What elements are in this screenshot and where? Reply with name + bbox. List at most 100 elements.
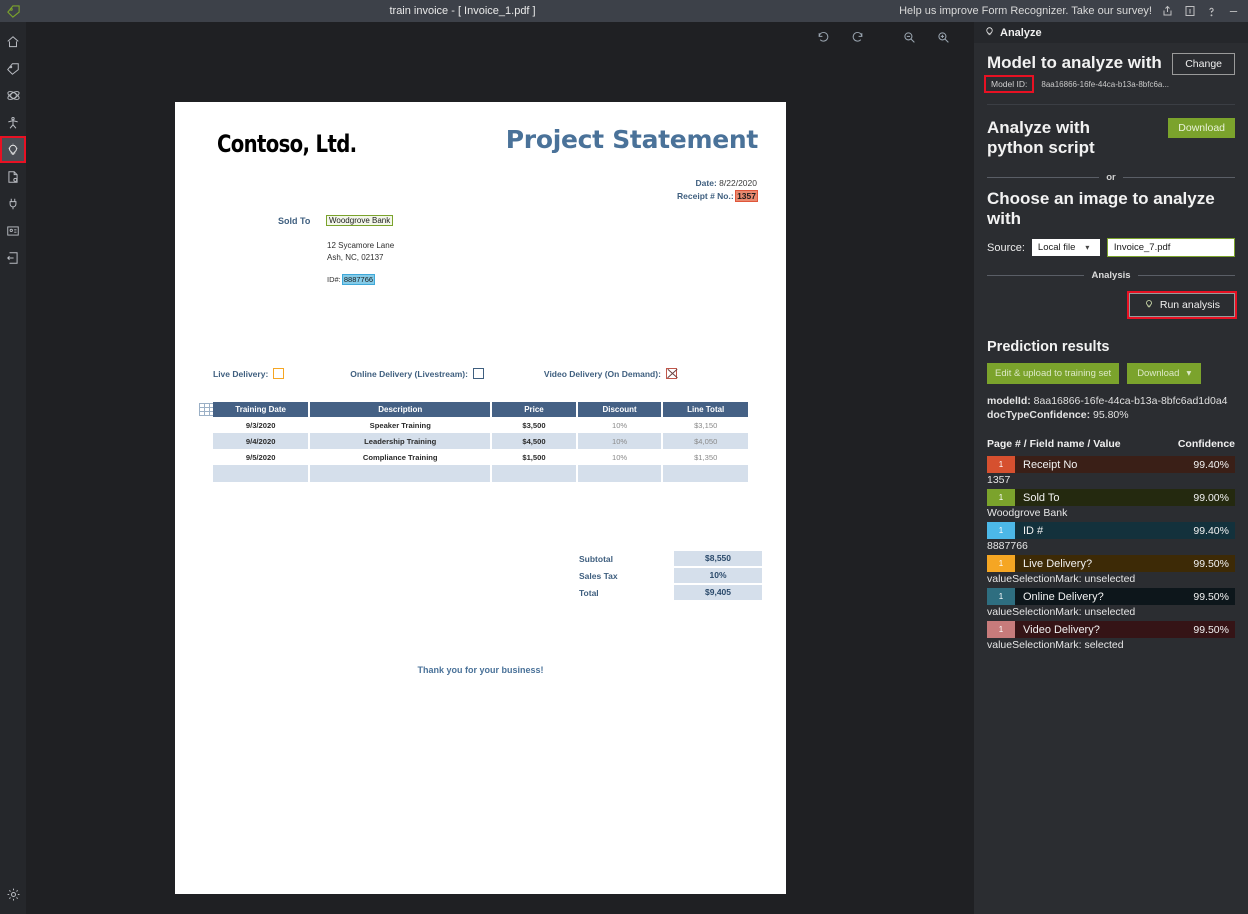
prediction-field-list: 1Receipt No99.40%13571Sold To99.00%Woodg… [987, 456, 1235, 653]
rotate-left-icon[interactable] [806, 22, 840, 52]
run-analysis-button[interactable]: Run analysis [1129, 293, 1235, 317]
python-script-title: Analyze with python script [987, 118, 1147, 158]
delivery-option-live[interactable]: Live Delivery: [213, 368, 284, 379]
source-label: Source: [987, 242, 1025, 254]
model-section: Model to analyze with Model ID: 8aa16866… [974, 53, 1248, 653]
divider-line-left [987, 177, 1099, 178]
chevron-down-icon: ▾ [1186, 368, 1191, 379]
model-id-value: 8aa16866-16fe-44ca-b13a-8bfc6a... [1041, 80, 1169, 89]
info-icon[interactable] [1183, 5, 1196, 18]
prediction-field-row[interactable]: 1Sold To99.00%Woodgrove Bank [987, 489, 1235, 521]
sidebar-item-analyze[interactable] [0, 136, 26, 163]
prediction-field-name: Video Delivery? [1015, 624, 1193, 636]
model-id-key: modelId: [987, 395, 1031, 407]
prediction-field-row[interactable]: 1Video Delivery?99.50%valueSelectionMark… [987, 621, 1235, 653]
source-select-value: Local file [1038, 242, 1076, 253]
date-label: Date: [696, 178, 717, 188]
cell-empty [309, 465, 491, 482]
source-select[interactable]: Local file ▾ [1032, 239, 1100, 256]
live-delivery-checkbox[interactable] [273, 368, 284, 379]
prediction-field-value: valueSelectionMark: unselected [987, 572, 1235, 587]
delivery-option-video[interactable]: Video Delivery (On Demand): [544, 368, 677, 379]
cell-date: 9/4/2020 [213, 433, 309, 449]
prediction-field-bar[interactable]: 1Sold To99.00% [987, 489, 1235, 506]
page-number-badge: 1 [987, 555, 1015, 572]
sold-to-value-wrap: Woodgrove Bank [327, 216, 392, 225]
sidebar-item-connections[interactable] [0, 190, 26, 217]
video-delivery-checkbox[interactable] [666, 368, 677, 379]
sidebar-item-business-card[interactable] [0, 217, 26, 244]
title-bar: train invoice - [ Invoice_1.pdf ] Help u… [0, 0, 1248, 22]
prediction-field-confidence: 99.50% [1193, 558, 1235, 570]
or-label: or [1106, 172, 1116, 183]
model-id-row: Model ID: 8aa16866-16fe-44ca-b13a-8bfc6a… [987, 77, 1172, 91]
cell-description: Speaker Training [309, 417, 491, 433]
prediction-field-row[interactable]: 1ID #99.40%8887766 [987, 522, 1235, 554]
help-icon[interactable] [1205, 5, 1218, 18]
prediction-field-value: 1357 [987, 473, 1235, 488]
sidebar-item-model-compose[interactable] [0, 82, 26, 109]
prediction-field-bar[interactable]: 1Receipt No99.40% [987, 456, 1235, 473]
prediction-field-confidence: 99.50% [1193, 624, 1235, 636]
totals-row-total: Total $9,405 [579, 584, 762, 601]
receipt-value-highlight[interactable]: 1357 [736, 191, 757, 201]
sidebar-item-train[interactable] [0, 109, 26, 136]
invoice-page[interactable]: Contoso, Ltd. Project Statement Date: 8/… [175, 102, 786, 894]
download-results-button[interactable]: Download ▾ [1127, 363, 1201, 384]
prediction-field-name: Live Delivery? [1015, 558, 1193, 570]
rotate-right-icon[interactable] [840, 22, 874, 52]
sidebar-item-home[interactable] [0, 28, 26, 55]
prediction-field-row[interactable]: 1Receipt No99.40%1357 [987, 456, 1235, 488]
survey-link[interactable]: Help us improve Form Recognizer. Take ou… [899, 5, 1152, 17]
prediction-field-bar[interactable]: 1Online Delivery?99.50% [987, 588, 1235, 605]
prediction-field-confidence: 99.00% [1193, 492, 1235, 504]
prediction-field-value: 8887766 [987, 539, 1235, 554]
prediction-results-title: Prediction results [987, 339, 1235, 355]
result-metadata: modelId: 8aa16866-16fe-44ca-b13a-8bfc6ad… [987, 394, 1235, 422]
prediction-actions: Edit & upload to training set Download ▾ [987, 363, 1235, 384]
sales-tax-label: Sales Tax [579, 571, 674, 581]
sidebar-item-predict[interactable] [0, 163, 26, 190]
download-python-script-button[interactable]: Download [1168, 118, 1235, 138]
prediction-field-bar[interactable]: 1ID #99.40% [987, 522, 1235, 539]
analysis-divider: Analysis [987, 270, 1235, 281]
cell-price: $1,500 [491, 449, 577, 465]
source-row: Source: Local file ▾ Invoice_7.pdf [987, 238, 1235, 257]
sidebar-item-tag-editor[interactable] [0, 55, 26, 82]
change-model-button[interactable]: Change [1172, 53, 1235, 75]
sold-to-value-highlight[interactable]: Woodgrove Bank [327, 216, 392, 225]
col-training-date: Training Date [213, 402, 309, 417]
sidebar-item-export[interactable] [0, 244, 26, 271]
python-script-row: Analyze with python script Download [987, 105, 1235, 158]
cell-price: $4,500 [491, 433, 577, 449]
results-col-right: Confidence [1178, 438, 1235, 450]
col-line-total: Line Total [662, 402, 748, 417]
prediction-field-row[interactable]: 1Online Delivery?99.50%valueSelectionMar… [987, 588, 1235, 620]
totals-row-subtotal: Subtotal $8,550 [579, 550, 762, 567]
cell-date: 9/5/2020 [213, 449, 309, 465]
online-delivery-checkbox[interactable] [473, 368, 484, 379]
share-icon[interactable] [1161, 5, 1174, 18]
cell-discount: 10% [577, 417, 663, 433]
zoom-in-icon[interactable] [926, 22, 960, 52]
file-name-input[interactable]: Invoice_7.pdf [1107, 238, 1235, 257]
id-value-highlight[interactable]: 8887766 [343, 275, 374, 284]
sold-to-label: Sold To [278, 216, 310, 226]
col-description: Description [309, 402, 491, 417]
run-analysis-label: Run analysis [1160, 299, 1220, 311]
prediction-field-value: valueSelectionMark: unselected [987, 605, 1235, 620]
prediction-field-row[interactable]: 1Live Delivery?99.50%valueSelectionMark:… [987, 555, 1235, 587]
prediction-field-bar[interactable]: 1Live Delivery?99.50% [987, 555, 1235, 572]
delivery-option-online[interactable]: Online Delivery (Livestream): [350, 368, 484, 379]
page-number-badge: 1 [987, 621, 1015, 638]
zoom-out-icon[interactable] [892, 22, 926, 52]
model-row: Model to analyze with Model ID: 8aa16866… [987, 53, 1235, 91]
minimize-icon[interactable] [1227, 5, 1240, 18]
settings-gear-icon[interactable] [0, 881, 26, 908]
page-number-badge: 1 [987, 588, 1015, 605]
table-row: 9/5/2020 Compliance Training $1,500 10% … [213, 449, 748, 465]
viewer-toolbar [26, 22, 974, 52]
edit-upload-training-set-button[interactable]: Edit & upload to training set [987, 363, 1119, 384]
prediction-field-bar[interactable]: 1Video Delivery?99.50% [987, 621, 1235, 638]
or-divider: or [987, 172, 1235, 183]
